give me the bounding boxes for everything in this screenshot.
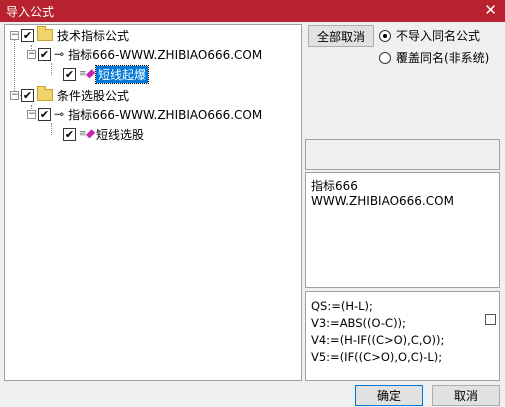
collapse-icon[interactable]: −: [27, 49, 36, 59]
tree-source-label: 指标666-WWW.ZHIBIAO666.COM: [68, 107, 263, 122]
folder-icon: [37, 86, 53, 101]
ok-button[interactable]: 确定: [355, 385, 423, 406]
folder-icon: [37, 26, 53, 41]
code-line: V3:=ABS((O-C));: [311, 316, 406, 330]
tree-group-screening[interactable]: − ✔ 条件选股公式: [10, 86, 129, 104]
item-checkbox[interactable]: ✔: [63, 67, 76, 81]
radio-overwrite-same-name[interactable]: 覆盖同名(非系统): [379, 49, 489, 66]
formula-icon: ≡: [79, 69, 96, 79]
info-line: 指标666: [311, 179, 358, 193]
key-icon: ⊸: [54, 47, 65, 61]
code-checkbox[interactable]: [485, 314, 496, 325]
tree-group-label: 条件选股公式: [57, 88, 130, 103]
tree-item-short-burst[interactable]: ✔ ≡ 短线起爆: [63, 64, 150, 84]
group-checkbox[interactable]: ✔: [21, 88, 34, 102]
source-checkbox[interactable]: ✔: [38, 47, 51, 61]
tree-source-label: 指标666-WWW.ZHIBIAO666.COM: [68, 47, 263, 62]
radio-unselected-icon[interactable]: [379, 51, 391, 64]
info-line: WWW.ZHIBIAO666.COM: [311, 194, 454, 208]
tree-group-technical[interactable]: − ✔ 技术指标公式: [10, 26, 129, 44]
cancel-button[interactable]: 取消: [432, 385, 500, 406]
collapse-icon[interactable]: −: [10, 30, 19, 40]
radio-skip-same-name[interactable]: 不导入同名公式: [379, 27, 480, 44]
cancel-all-button[interactable]: 全部取消: [308, 25, 374, 47]
code-line: V5:=(IF((C>O),O,C)-L);: [311, 350, 443, 364]
code-line: QS:=(H-L);: [311, 299, 373, 313]
title-bar: 导入公式 ✕: [0, 0, 505, 22]
tree-source-screening[interactable]: − ✔ ⊸ 指标666-WWW.ZHIBIAO666.COM: [27, 105, 262, 123]
tree-item-label: 短线选股: [96, 127, 145, 142]
code-line: V4:=(H-IF((C>O),C,O));: [311, 333, 445, 347]
window-title: 导入公式: [6, 5, 55, 19]
tree-item-short-screen[interactable]: ✔ ≡ 短线选股: [63, 125, 144, 143]
group-checkbox[interactable]: ✔: [21, 28, 34, 42]
empty-panel: [305, 139, 500, 170]
formula-icon: ≡: [79, 129, 96, 139]
close-icon[interactable]: ✕: [484, 2, 497, 18]
item-checkbox[interactable]: ✔: [63, 127, 76, 141]
formula-tree[interactable]: − ✔ 技术指标公式 − ✔ ⊸ 指标666-WWW.ZHIBIAO666.CO…: [4, 24, 302, 381]
collapse-icon[interactable]: −: [27, 109, 36, 119]
tree-source-technical[interactable]: − ✔ ⊸ 指标666-WWW.ZHIBIAO666.COM: [27, 45, 262, 63]
source-checkbox[interactable]: ✔: [38, 107, 51, 121]
formula-code-panel: QS:=(H-L); V3:=ABS((O-C)); V4:=(H-IF((C>…: [305, 291, 500, 381]
radio-label: 覆盖同名(非系统): [396, 51, 490, 65]
tree-item-label: 短线起爆: [94, 64, 150, 84]
collapse-icon[interactable]: −: [10, 90, 19, 100]
key-icon: ⊸: [54, 107, 65, 121]
tree-group-label: 技术指标公式: [57, 28, 130, 43]
radio-label: 不导入同名公式: [396, 29, 481, 43]
import-formula-dialog: 导入公式 ✕ − ✔ 技术指标公式 − ✔ ⊸ 指标666-WWW.ZHIBIA…: [0, 0, 505, 407]
radio-selected-icon[interactable]: [379, 29, 391, 42]
info-panel: 指标666 WWW.ZHIBIAO666.COM: [305, 172, 500, 288]
